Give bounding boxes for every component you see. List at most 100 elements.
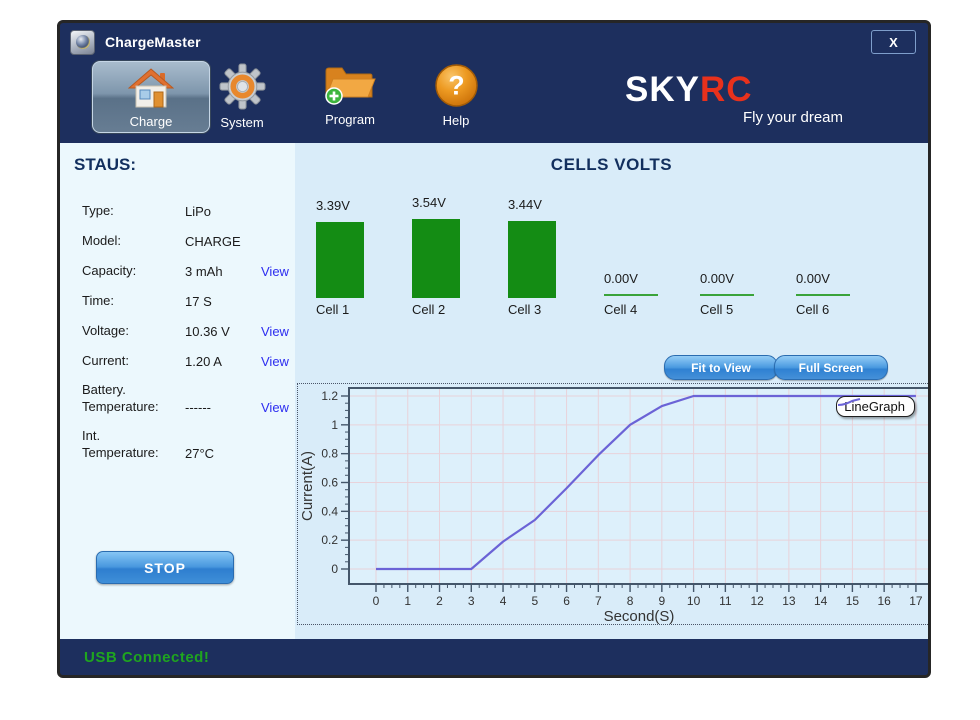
svg-text:0.4: 0.4 — [321, 504, 338, 518]
svg-text:2: 2 — [436, 594, 443, 608]
question-mark-icon: ? — [434, 63, 479, 111]
svg-text:8: 8 — [627, 594, 634, 608]
svg-text:6: 6 — [563, 594, 570, 608]
status-row-time: Time: 17 S — [82, 291, 289, 309]
svg-text:Second(S): Second(S) — [604, 608, 675, 624]
cell-name-label: Cell 2 — [412, 302, 445, 317]
cell-voltage-value: 0.00V — [700, 271, 734, 286]
app-logo-icon — [70, 30, 95, 55]
legend-line-icon — [837, 397, 861, 408]
svg-text:?: ? — [448, 71, 464, 101]
status-row-capacity: Capacity: 3 mAh View — [82, 261, 289, 279]
full-screen-button[interactable]: Full Screen — [774, 355, 888, 380]
svg-text:1: 1 — [331, 418, 338, 432]
status-row-voltage: Voltage: 10.36 V View — [82, 321, 289, 339]
svg-text:5: 5 — [531, 594, 538, 608]
status-row-type: Type: LiPo — [82, 201, 289, 219]
svg-text:0: 0 — [331, 562, 338, 576]
cell-column: 3.54V Cell 2 — [412, 143, 474, 328]
current-chart: 0123456789101112131415161700.20.40.60.81… — [297, 383, 930, 625]
svg-text:12: 12 — [750, 594, 764, 608]
toolbar-system-label: System — [220, 115, 263, 130]
title-bar: ChargeMaster X — [60, 23, 928, 61]
status-bar: USB Connected! — [60, 639, 928, 675]
svg-text:16: 16 — [877, 594, 891, 608]
svg-text:0.6: 0.6 — [321, 475, 338, 489]
cell-name-label: Cell 5 — [700, 302, 733, 317]
svg-text:Current(A): Current(A) — [299, 451, 316, 521]
svg-text:11: 11 — [719, 594, 732, 608]
svg-text:0.8: 0.8 — [321, 447, 338, 461]
cell-column: 3.39V Cell 1 — [316, 143, 378, 328]
fit-to-view-button[interactable]: Fit to View — [664, 355, 778, 380]
svg-text:15: 15 — [846, 594, 860, 608]
chart-canvas: 0123456789101112131415161700.20.40.60.81… — [298, 384, 929, 624]
svg-text:13: 13 — [782, 594, 796, 608]
cell-voltage-bar — [316, 222, 364, 298]
status-panel: STAUS: Type: LiPo Model: CHARGE Capacity… — [60, 143, 295, 639]
status-row-internal-temperature: Int. Temperature: 27°C — [82, 427, 289, 461]
svg-text:14: 14 — [814, 594, 828, 608]
usb-status-text: USB Connected! — [84, 649, 209, 666]
toolbar-program-button[interactable]: Program — [318, 63, 382, 127]
svg-text:4: 4 — [500, 594, 507, 608]
toolbar-charge-label: Charge — [130, 114, 173, 129]
cell-column: 0.00V Cell 6 — [796, 143, 858, 328]
status-row-current: Current: 1.20 A View — [82, 351, 289, 369]
cell-voltage-value: 0.00V — [604, 271, 638, 286]
status-row-model: Model: CHARGE — [82, 231, 289, 249]
folder-plus-icon — [323, 63, 377, 110]
close-button[interactable]: X — [871, 30, 916, 54]
house-icon — [128, 67, 174, 112]
cell-name-label: Cell 1 — [316, 302, 349, 317]
cell-voltage-bar — [412, 219, 460, 298]
svg-text:10: 10 — [687, 594, 701, 608]
svg-text:0.2: 0.2 — [321, 533, 338, 547]
svg-text:1.2: 1.2 — [321, 389, 338, 403]
cell-column: 0.00V Cell 5 — [700, 143, 762, 328]
cell-zero-line — [604, 294, 658, 296]
battery-temp-view-link[interactable]: View — [261, 400, 289, 415]
app-window: ChargeMaster X Charge — [57, 20, 931, 678]
cell-name-label: Cell 4 — [604, 302, 637, 317]
toolbar-charge-button[interactable]: Charge — [92, 61, 210, 133]
brand-tagline: Fly your dream — [643, 109, 843, 126]
cell-column: 0.00V Cell 4 — [604, 143, 666, 328]
gear-icon — [219, 63, 266, 113]
cell-zero-line — [700, 294, 754, 296]
toolbar: Charge — [60, 61, 928, 143]
cell-voltage-value: 3.39V — [316, 198, 350, 213]
cell-bars-area: 3.39V Cell 1 3.54V Cell 2 3.44V Cell 3 0.00V Ce… — [295, 143, 928, 381]
skyrc-logo: SKYRC Fly your dream — [625, 73, 825, 126]
svg-text:17: 17 — [909, 594, 923, 608]
globe-icon — [76, 35, 90, 49]
cell-zero-line — [796, 294, 850, 296]
toolbar-system-button[interactable]: System — [210, 63, 274, 130]
cell-voltage-value: 0.00V — [796, 271, 830, 286]
cells-panel: CELLS VOLTS 3.39VCell 13.54VCell 23.44VC… — [295, 143, 928, 639]
cell-column: 3.44V Cell 3 — [508, 143, 570, 328]
current-view-link[interactable]: View — [261, 354, 289, 369]
cell-name-label: Cell 3 — [508, 302, 541, 317]
cell-name-label: Cell 6 — [796, 302, 829, 317]
skyrc-wordmark: SKYRC — [625, 73, 825, 107]
cell-voltage-bar — [508, 221, 556, 298]
voltage-view-link[interactable]: View — [261, 324, 289, 339]
window-title: ChargeMaster — [105, 34, 201, 50]
capacity-view-link[interactable]: View — [261, 264, 289, 279]
stop-button[interactable]: STOP — [96, 551, 234, 584]
toolbar-help-label: Help — [443, 113, 470, 128]
cell-voltage-value: 3.44V — [508, 197, 542, 212]
status-heading: STAUS: — [74, 155, 295, 175]
svg-text:1: 1 — [404, 594, 411, 608]
main-content: STAUS: Type: LiPo Model: CHARGE Capacity… — [60, 143, 928, 639]
svg-text:9: 9 — [658, 594, 665, 608]
toolbar-help-button[interactable]: ? Help — [426, 63, 486, 128]
svg-text:3: 3 — [468, 594, 475, 608]
chart-legend: LineGraph — [836, 396, 915, 417]
cell-voltage-value: 3.54V — [412, 195, 446, 210]
svg-text:7: 7 — [595, 594, 602, 608]
toolbar-program-label: Program — [325, 112, 375, 127]
svg-text:0: 0 — [373, 594, 380, 608]
status-row-battery-temperature: Battery. Temperature: ------ View — [82, 381, 289, 415]
